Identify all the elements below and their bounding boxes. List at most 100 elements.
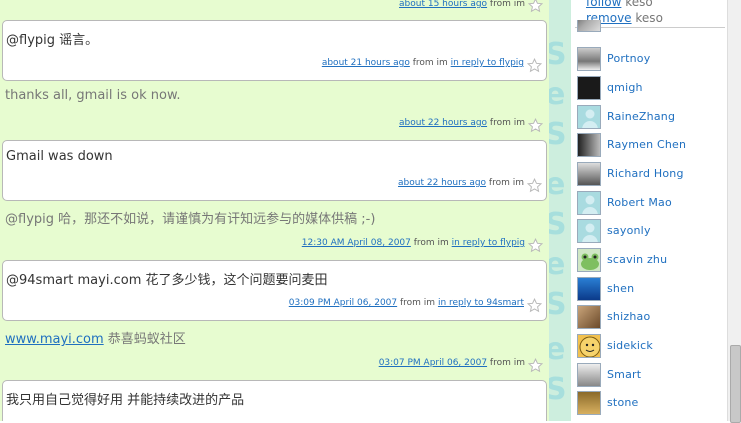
avatar[interactable]	[577, 305, 601, 329]
friend-item[interactable]: shen	[577, 277, 727, 304]
decorative-strip: S e S e S e S e S	[549, 0, 571, 421]
avatar[interactable]	[577, 47, 601, 71]
timeline-entry: @94smart mayi.com 花了多少钱，这个问题要问麦田 03:09 P…	[2, 260, 547, 321]
friend-name[interactable]: shen	[607, 282, 634, 295]
friend-item[interactable]: Smart	[577, 363, 727, 390]
entry-timestamp-link[interactable]: about 22 hours ago	[398, 178, 486, 188]
entry-source: from im	[409, 58, 451, 68]
entry-source: from im	[486, 178, 524, 188]
friend-item[interactable]: sayonly	[577, 219, 727, 246]
entry-source: from im	[487, 0, 525, 9]
entry-timestamp-link[interactable]: about 22 hours ago	[399, 118, 487, 128]
timeline-entry: thanks all, gmail is ok now. about 22 ho…	[2, 82, 547, 140]
timeline-entry: about 15 hours ago from im	[2, 0, 547, 16]
star-icon[interactable]	[528, 358, 543, 373]
entry-text: @flypig 谣言。	[6, 33, 99, 48]
entry-url-link[interactable]: www.mayi.com	[5, 332, 104, 347]
avatar[interactable]	[577, 277, 601, 301]
friend-item[interactable]: sidekick	[577, 334, 727, 361]
avatar[interactable]	[577, 105, 601, 129]
scrollbar[interactable]	[727, 0, 741, 423]
friend-name[interactable]: Portnoy	[607, 52, 650, 65]
scrollbar-thumb[interactable]	[730, 345, 741, 423]
friend-item[interactable]: RaineZhang	[577, 105, 727, 132]
entry-meta: 12:30 AM April 08, 2007 from im in reply…	[302, 238, 525, 248]
default-avatar-icon	[582, 223, 598, 242]
timeline-entry: @flypig 哈，那还不如说，请谨慎为有讦知远参与的媒体供稿 ;-) 12:3…	[2, 202, 547, 260]
friend-item[interactable]: stone	[577, 391, 727, 418]
star-icon[interactable]	[528, 118, 543, 133]
entry-text: thanks all, gmail is ok now.	[5, 88, 181, 103]
friend-name[interactable]: Smart	[607, 368, 641, 381]
timeline-entry: Gmail was down about 22 hours ago from i…	[2, 140, 547, 201]
timeline-entry: @flypig 谣言。 about 21 hours ago from im i…	[2, 20, 547, 81]
friend-name[interactable]: scavin zhu	[607, 253, 667, 266]
timeline: about 15 hours ago from im @flypig 谣言。 a…	[0, 0, 549, 421]
star-icon[interactable]	[527, 298, 542, 313]
avatar[interactable]	[577, 334, 601, 358]
friends-list: Portnoy qmigh RaineZhang Raymen Chen Ric…	[571, 0, 731, 421]
entry-source: from im	[487, 358, 525, 368]
in-reply-to-link[interactable]: in reply to flypig	[452, 238, 525, 248]
friend-name[interactable]: sidekick	[607, 339, 653, 352]
avatar[interactable]	[577, 248, 601, 272]
friend-name[interactable]: stone	[607, 396, 639, 409]
entry-source: from im	[397, 298, 438, 308]
star-icon[interactable]	[528, 238, 543, 253]
friend-name[interactable]: Robert Mao	[607, 196, 672, 209]
friend-item[interactable]: shizhao	[577, 305, 727, 332]
star-icon[interactable]	[527, 58, 542, 73]
avatar[interactable]	[577, 191, 601, 215]
avatar[interactable]	[577, 391, 601, 415]
in-reply-to-link[interactable]: in reply to flypig	[451, 58, 524, 68]
entry-timestamp-link[interactable]: about 15 hours ago	[399, 0, 487, 9]
friend-name[interactable]: Richard Hong	[607, 167, 684, 180]
friend-item[interactable]: Portnoy	[577, 47, 727, 74]
frog-avatar-icon	[581, 253, 599, 270]
timeline-entry: 我只用自己觉得好用 并能持续改进的产品	[2, 380, 547, 421]
entry-meta: about 22 hours ago from im	[399, 118, 525, 128]
avatar[interactable]	[577, 20, 601, 32]
friend-item[interactable]: Robert Mao	[577, 191, 727, 218]
entry-text: 我只用自己觉得好用 并能持续改进的产品	[6, 393, 245, 408]
entry-text: @94smart mayi.com 花了多少钱，这个问题要问麦田	[6, 273, 328, 288]
entry-text-body: 恭喜蚂蚁社区	[103, 332, 186, 347]
entry-source: from im	[410, 238, 452, 248]
face-avatar-icon	[579, 336, 600, 357]
entry-timestamp-link[interactable]: 12:30 AM April 08, 2007	[302, 238, 411, 248]
in-reply-to-link[interactable]: in reply to 94smart	[438, 298, 524, 308]
sidebar: follow keso remove keso Portnoy qmigh Ra…	[571, 0, 741, 421]
entry-meta: about 15 hours ago from im	[399, 0, 525, 9]
star-icon[interactable]	[527, 178, 542, 193]
entry-text: @flypig 哈，那还不如说，请谨慎为有讦知远参与的媒体供稿 ;-)	[5, 212, 376, 227]
avatar[interactable]	[577, 363, 601, 387]
friend-name[interactable]: Raymen Chen	[607, 138, 686, 151]
friend-item[interactable]	[577, 20, 727, 34]
entry-meta: 03:07 PM April 06, 2007 from im	[379, 358, 525, 368]
timeline-entry: www.mayi.com 恭喜蚂蚁社区 03:07 PM April 06, 2…	[2, 322, 547, 380]
entry-meta: 03:09 PM April 06, 2007 from im in reply…	[289, 298, 524, 308]
entry-text: www.mayi.com 恭喜蚂蚁社区	[5, 328, 186, 347]
entry-source: from im	[487, 118, 525, 128]
friend-item[interactable]: scavin zhu	[577, 248, 727, 275]
friend-name[interactable]: sayonly	[607, 224, 651, 237]
avatar[interactable]	[577, 219, 601, 243]
friend-name[interactable]: RaineZhang	[607, 110, 675, 123]
entry-timestamp-link[interactable]: about 21 hours ago	[322, 58, 410, 68]
entry-timestamp-link[interactable]: 03:09 PM April 06, 2007	[289, 298, 397, 308]
avatar[interactable]	[577, 133, 601, 157]
friend-name[interactable]: shizhao	[607, 310, 650, 323]
entry-text: Gmail was down	[6, 149, 113, 164]
friend-item[interactable]: Richard Hong	[577, 162, 727, 189]
friend-item[interactable]: Raymen Chen	[577, 133, 727, 160]
avatar[interactable]	[577, 162, 601, 186]
entry-timestamp-link[interactable]: 03:07 PM April 06, 2007	[379, 358, 487, 368]
avatar[interactable]	[577, 76, 601, 100]
default-avatar-icon	[582, 195, 598, 214]
friend-name[interactable]: qmigh	[607, 81, 643, 94]
star-icon[interactable]	[528, 0, 543, 13]
entry-meta: about 21 hours ago from im in reply to f…	[322, 58, 524, 68]
entry-meta: about 22 hours ago from im	[398, 178, 524, 188]
default-avatar-icon	[582, 109, 598, 128]
friend-item[interactable]: qmigh	[577, 76, 727, 103]
